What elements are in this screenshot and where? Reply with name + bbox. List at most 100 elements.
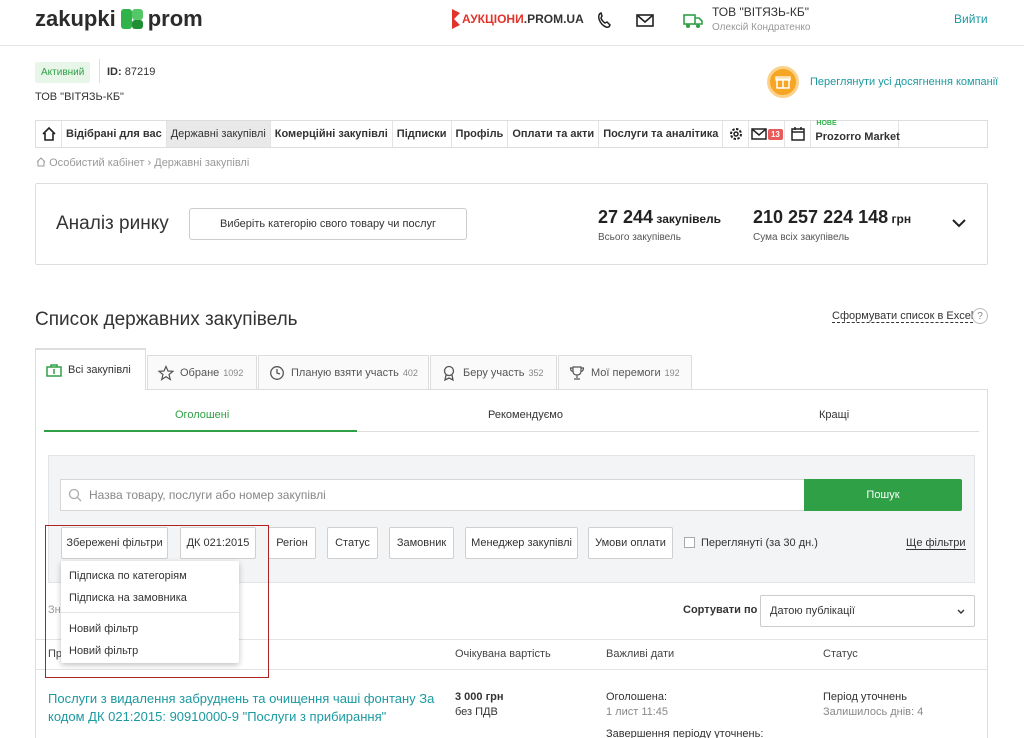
logout-link[interactable]: Вийти (954, 12, 988, 26)
gift-icon (775, 76, 791, 89)
tab-plan-to-participate[interactable]: Планую взяти участь 402 (258, 355, 429, 389)
envelope-icon (751, 128, 767, 140)
tab-favorites-label: Обране (180, 366, 220, 379)
nav-profile[interactable]: Профіль (452, 121, 509, 147)
auctions-text-red: АУКЦІОНИ (462, 12, 524, 26)
status-badge: Активний (35, 62, 91, 83)
home-small-icon (36, 157, 46, 167)
account-info[interactable]: ТОВ "ВІТЯЗЬ-КБ" Олексій Кондратенко (712, 5, 810, 33)
saved-filters-dropdown: Підписка по категоріям Підписка на замов… (61, 561, 239, 663)
company-id-value: 87219 (124, 66, 156, 78)
search-button[interactable]: Пошук (804, 479, 962, 511)
nav-payments[interactable]: Оплати та акти (508, 121, 600, 147)
tab-wins-label: Мої перемоги (591, 366, 661, 379)
nav-calendar[interactable] (785, 121, 812, 147)
more-filters-link[interactable]: Ще фільтри (906, 537, 966, 550)
mail-icon[interactable] (635, 10, 655, 30)
total-count: 27 244 (598, 207, 654, 227)
announced-date-label: Оголошена: (606, 691, 668, 703)
viewed-checkbox-label[interactable]: Переглянуті (за 30 дн.) (701, 537, 818, 549)
phone-icon[interactable] (594, 10, 614, 30)
clarification-end-label: Завершення періоду уточнень: (606, 728, 764, 738)
status-filter-button[interactable]: Статус (327, 527, 378, 559)
trophy-icon (569, 365, 585, 380)
nav-selected-for-you[interactable]: Відібрані для вас (62, 121, 167, 147)
delivery-truck-icon (683, 14, 703, 28)
briefcase-icon (46, 364, 62, 377)
id-divider (99, 59, 100, 83)
nav-home[interactable] (36, 121, 62, 147)
tab-all-procurements[interactable]: Всі закупівлі (35, 348, 146, 390)
saved-filters-button[interactable]: Збережені фільтри (61, 527, 168, 559)
viewed-checkbox[interactable] (684, 537, 695, 548)
nav-prozorro-market-label: Prozorro Market (815, 131, 900, 143)
tab-plan-label: Планую взяти участь (291, 366, 399, 379)
gear-icon (729, 128, 742, 140)
sort-select[interactable]: Датою публікації (760, 595, 975, 627)
subtab-recommended[interactable]: Рекомендуємо (488, 409, 563, 421)
tab-favorites-count: 1092 (223, 367, 244, 378)
customer-filter-button[interactable]: Замовник (389, 527, 454, 559)
tab-wins-count: 192 (664, 367, 680, 378)
nav-messages[interactable]: 13 (749, 121, 786, 147)
excel-export-link[interactable]: Сформувати список в Excel (832, 310, 974, 323)
subtab-announced[interactable]: Оголошені (175, 409, 229, 421)
manager-filter-button[interactable]: Менеджер закупівлі (465, 527, 578, 559)
sort-label: Сортувати по (683, 604, 758, 616)
select-category-button[interactable]: Виберіть категорію свого товару чи послу… (189, 208, 467, 240)
auctions-flag-icon (452, 9, 460, 29)
search-input[interactable] (89, 488, 804, 502)
market-analysis-title: Аналіз ринку (56, 213, 169, 234)
total-unit: закупівель (656, 212, 722, 226)
subtab-best[interactable]: Кращі (819, 409, 849, 421)
help-icon[interactable]: ? (972, 308, 988, 324)
tab-all-label: Всі закупівлі (68, 364, 131, 376)
region-filter-button[interactable]: Регіон (268, 527, 316, 559)
procurement-price: 3 000 грн (455, 691, 504, 703)
nav-commercial-procurement[interactable]: Комерційні закупівлі (271, 121, 393, 147)
total-sum-stat: 210 257 224 148 грн Сума всіх закупівель (753, 207, 911, 243)
tab-my-wins[interactable]: Мої перемоги 192 (558, 355, 692, 389)
dropdown-item-new-filter[interactable]: Новий фільтр (61, 618, 239, 640)
procurement-title-link[interactable]: Послуги з видалення забруднень та очищен… (48, 690, 438, 726)
logo-text-left: zakupki (35, 6, 116, 31)
sort-select-value: Датою публікації (770, 605, 855, 617)
site-logo[interactable]: zakupki prom (35, 6, 203, 32)
tab-participating-label: Беру участь (463, 366, 525, 379)
dropdown-item-new-filter[interactable]: Новий фільтр (61, 640, 239, 662)
clock-icon (270, 365, 284, 380)
search-icon (68, 488, 82, 502)
auctions-link[interactable]: АУКЦІОНИ .PROM.UA (450, 7, 584, 31)
breadcrumb-text[interactable]: Особистий кабінет › Державні закупівлі (49, 157, 249, 169)
account-person-name: Олексій Кондратенко (712, 22, 811, 33)
column-header-expected-value: Очікувана вартість (455, 648, 551, 660)
dropdown-item-category-subscription[interactable]: Підписка по категоріям (61, 565, 239, 587)
payment-terms-filter-button[interactable]: Умови оплати (588, 527, 673, 559)
tab-participating[interactable]: Беру участь 352 (430, 355, 557, 389)
table-header-bottom-line (36, 669, 987, 670)
messages-count-badge: 13 (767, 128, 783, 140)
chevron-down-icon[interactable] (951, 217, 967, 229)
achievements-link[interactable]: Переглянути усі досягнення компанії (810, 76, 998, 88)
chevron-down-icon (957, 609, 965, 614)
tab-favorites[interactable]: Обране 1092 (147, 355, 257, 389)
procurement-list-title: Список державних закупівель (35, 309, 298, 330)
achievement-medal-icon[interactable] (767, 66, 799, 98)
nav-settings[interactable] (723, 121, 750, 147)
nav-state-procurement[interactable]: Державні закупівлі (166, 121, 271, 147)
column-header-name: Пр (48, 648, 63, 660)
company-id: ID: 87219 (107, 66, 155, 78)
column-header-important-dates: Важливі дати (606, 648, 675, 660)
announced-date-value: 1 лист 11:45 (606, 706, 669, 718)
dk-filter-button[interactable]: ДК 021:2015 (180, 527, 256, 559)
nav-subscriptions[interactable]: Підписки (393, 121, 452, 147)
search-field[interactable] (60, 479, 804, 511)
procurement-vat: без ПДВ (455, 706, 498, 718)
procurement-status: Період уточнень (823, 691, 907, 703)
dropdown-item-customer-subscription[interactable]: Підписка на замовника (61, 587, 239, 609)
nav-services-analytics[interactable]: Послуги та аналітика (599, 121, 724, 147)
tab-plan-count: 402 (402, 367, 418, 378)
account-company-name: ТОВ "ВІТЯЗЬ-КБ" (712, 5, 810, 19)
sum-unit: грн (891, 212, 912, 226)
nav-prozorro-market[interactable]: НОВЕ Prozorro Market (811, 120, 900, 147)
